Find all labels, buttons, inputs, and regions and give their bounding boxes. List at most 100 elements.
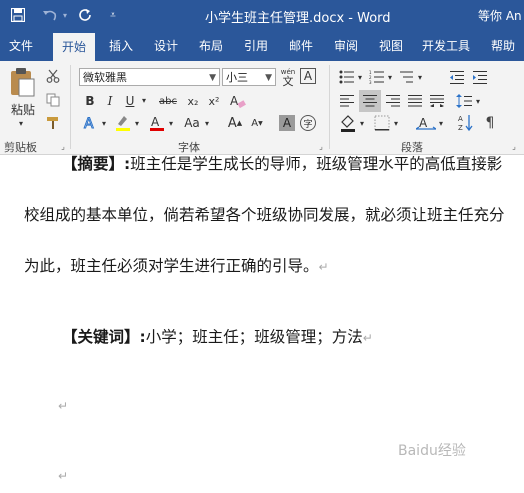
character-shading-button[interactable]: A — [279, 115, 295, 131]
title-bar: ▾ ⩡ 小学生班主任管理.docx - Word 等你 An — [0, 0, 524, 31]
increase-indent-icon[interactable] — [470, 67, 490, 87]
tab-file[interactable]: 文件 — [0, 31, 42, 61]
tab-insert[interactable]: 插入 — [100, 31, 142, 61]
paste-dropdown-icon[interactable]: ▾ — [14, 118, 28, 128]
abstract-line-1[interactable]: 【摘要】:班主任是学生成长的导师，班级管理水平的高低直接影 — [62, 155, 502, 174]
font-color-icon[interactable]: A — [147, 113, 167, 133]
tab-home[interactable]: 开始 — [53, 33, 95, 61]
subscript-button[interactable]: x₂ — [184, 92, 202, 110]
multilevel-list-icon[interactable] — [397, 67, 417, 87]
chinese-layout-icon[interactable]: A — [414, 113, 438, 133]
highlight-dropdown-icon[interactable]: ▾ — [133, 116, 141, 130]
paragraph-mark: ↵ — [362, 331, 373, 345]
keywords-text: 小学；班主任；班级管理；方法 — [145, 328, 363, 346]
show-marks-icon[interactable]: ¶ — [480, 113, 500, 133]
align-right-icon[interactable] — [383, 91, 403, 111]
tab-references[interactable]: 引用 — [234, 31, 278, 61]
bullets-icon[interactable] — [337, 67, 357, 87]
text-effects-dropdown-icon[interactable]: ▾ — [100, 116, 108, 130]
superscript-button[interactable]: x² — [205, 92, 223, 110]
separator — [329, 65, 330, 149]
keywords-heading: 【关键词】: — [62, 328, 146, 346]
bullets-dropdown-icon[interactable]: ▾ — [356, 70, 364, 84]
underline-button[interactable]: U — [122, 92, 138, 110]
ribbon-tabs: 文件 开始 插入 设计 布局 引用 邮件 审阅 视图 开发工具 帮助 — [0, 31, 524, 61]
ribbon-home: 粘贴 ▾ 剪贴板 ⌟ 微软雅黑 ▼ 小三 ▼ wén 文 A B I U ▾ a… — [0, 61, 524, 155]
line-spacing-icon[interactable] — [454, 91, 474, 111]
save-icon[interactable] — [9, 6, 27, 24]
chevron-down-icon[interactable]: ▼ — [265, 69, 272, 85]
tab-developer[interactable]: 开发工具 — [414, 31, 478, 61]
font-color-dropdown-icon[interactable]: ▾ — [167, 116, 175, 130]
grow-font-label: A — [227, 115, 237, 131]
copy-icon[interactable] — [44, 91, 62, 109]
strikethrough-button[interactable]: abc — [155, 92, 181, 110]
chevron-down-icon[interactable]: ▼ — [209, 69, 216, 85]
line-spacing-dropdown-icon[interactable]: ▾ — [474, 94, 482, 108]
tab-layout[interactable]: 布局 — [189, 31, 233, 61]
numbering-dropdown-icon[interactable]: ▾ — [386, 70, 394, 84]
font-size-combo[interactable]: 小三 ▼ — [222, 68, 276, 86]
empty-paragraph-mark[interactable]: ↵ — [58, 399, 68, 413]
undo-dropdown-icon[interactable]: ▾ — [61, 6, 69, 24]
paste-icon[interactable] — [6, 67, 38, 97]
tab-help[interactable]: 帮助 — [482, 31, 524, 61]
redo-icon[interactable] — [76, 6, 94, 24]
separator — [70, 65, 71, 149]
phonetic-char: 文 — [282, 75, 294, 88]
change-case-dropdown-icon[interactable]: ▾ — [203, 116, 211, 130]
align-center-icon[interactable] — [359, 90, 381, 112]
cut-icon[interactable] — [44, 67, 62, 85]
paragraph-launcher-icon[interactable]: ⌟ — [509, 140, 519, 152]
enclose-characters-button[interactable]: 字 — [300, 115, 316, 131]
decrease-indent-icon[interactable] — [447, 67, 467, 87]
grow-font-button[interactable]: A ▲ — [226, 114, 244, 132]
paste-button[interactable]: 粘贴 — [6, 101, 40, 117]
font-name-combo[interactable]: 微软雅黑 ▼ — [79, 68, 220, 86]
character-border-button[interactable]: A — [300, 68, 316, 84]
window-title: 小学生班主任管理.docx - Word — [205, 11, 391, 26]
tab-review[interactable]: 审阅 — [324, 31, 368, 61]
sort-icon[interactable]: AZ — [456, 113, 476, 133]
format-painter-icon[interactable] — [44, 114, 62, 132]
abstract-line-3[interactable]: 为此，班主任必须对学生进行正确的引导。↵ — [24, 254, 329, 276]
customize-toolbar-icon[interactable]: ⩡ — [106, 6, 120, 24]
clipboard-launcher-icon[interactable]: ⌟ — [58, 140, 68, 152]
highlight-color-icon[interactable] — [113, 113, 133, 133]
borders-dropdown-icon[interactable]: ▾ — [392, 116, 400, 130]
user-name[interactable]: 等你 An — [478, 7, 522, 24]
font-group-label: 字体 — [178, 141, 200, 154]
text-effects-icon[interactable]: A — [82, 114, 100, 132]
numbering-icon[interactable]: 123 — [367, 67, 387, 87]
phonetic-guide-button[interactable]: wén 文 — [278, 66, 298, 88]
abstract-line-2[interactable]: 校组成的基本单位，倘若希望各个班级协同发展，就必须让班主任充分 — [24, 203, 505, 225]
svg-text:A: A — [84, 116, 94, 131]
font-name-value: 微软雅黑 — [83, 71, 127, 84]
borders-icon[interactable] — [372, 113, 392, 133]
abstract-heading: 【摘要】: — [62, 155, 131, 173]
clear-formatting-icon[interactable]: A — [228, 91, 248, 111]
chinese-layout-dropdown-icon[interactable]: ▾ — [437, 116, 445, 130]
shading-icon[interactable] — [338, 113, 358, 133]
italic-button[interactable]: I — [102, 92, 118, 110]
tab-view[interactable]: 视图 — [369, 31, 413, 61]
underline-dropdown-icon[interactable]: ▾ — [139, 93, 149, 107]
change-case-button[interactable]: Aa — [181, 114, 203, 132]
shrink-font-button[interactable]: A ▼ — [248, 114, 266, 132]
multilevel-dropdown-icon[interactable]: ▾ — [416, 70, 424, 84]
keywords-line[interactable]: 【关键词】:小学；班主任；班级管理；方法↵ — [62, 325, 373, 347]
tab-mailings[interactable]: 邮件 — [279, 31, 323, 61]
undo-icon[interactable] — [40, 6, 60, 24]
bold-button[interactable]: B — [82, 92, 98, 110]
font-launcher-icon[interactable]: ⌟ — [316, 140, 326, 152]
justify-icon[interactable] — [405, 91, 425, 111]
empty-paragraph-mark[interactable]: ↵ — [58, 469, 68, 483]
distributed-icon[interactable] — [427, 91, 447, 111]
tab-design[interactable]: 设计 — [144, 31, 188, 61]
svg-text:A: A — [419, 116, 428, 130]
align-left-icon[interactable] — [337, 91, 357, 111]
svg-text:A: A — [151, 115, 160, 129]
shading-dropdown-icon[interactable]: ▾ — [358, 116, 366, 130]
clipboard-group-label: 剪贴板 — [4, 141, 37, 154]
svg-text:3: 3 — [369, 80, 372, 84]
